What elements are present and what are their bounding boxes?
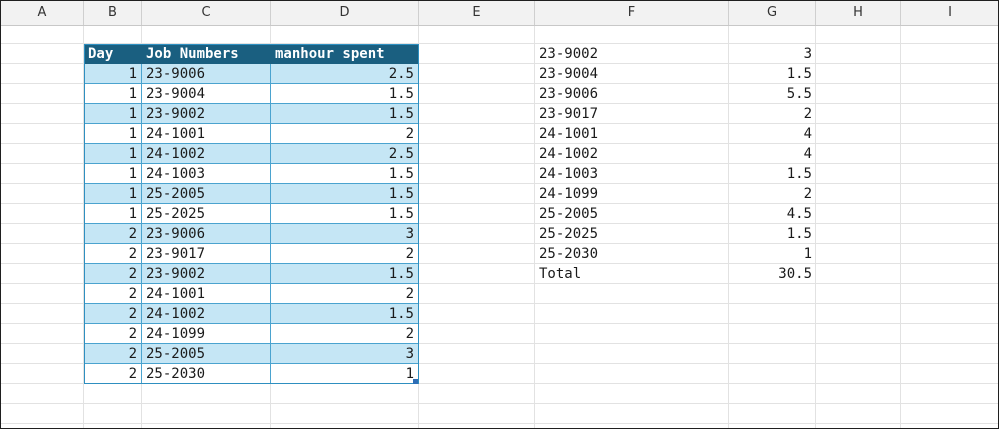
summary-hours-cell[interactable]: 1 xyxy=(729,244,816,264)
table-cell[interactable]: 2 xyxy=(84,344,142,364)
summary-job-cell[interactable]: 25-2025 xyxy=(535,224,729,244)
table-cell[interactable]: 1 xyxy=(84,144,142,164)
table-cell[interactable]: 2 xyxy=(84,224,142,244)
table-cell[interactable]: 2 xyxy=(84,364,142,384)
table-cell[interactable]: 1 xyxy=(84,104,142,124)
table-cell[interactable]: 3 xyxy=(271,224,419,244)
gridline-vertical xyxy=(900,26,901,428)
table-cell[interactable]: 2.5 xyxy=(271,64,419,84)
summary-hours-cell[interactable]: 5.5 xyxy=(729,84,816,104)
summary-hours-cell[interactable]: 30.5 xyxy=(729,264,816,284)
table-cell[interactable]: 1 xyxy=(84,64,142,84)
table-cell[interactable]: 1.5 xyxy=(271,204,419,224)
column-header-h[interactable]: H xyxy=(816,1,901,25)
column-header-b[interactable]: B xyxy=(84,1,142,25)
table-cell[interactable]: 25-2005 xyxy=(142,344,271,364)
table-cell[interactable]: 1 xyxy=(271,364,419,384)
table-cell[interactable]: 23-9002 xyxy=(142,104,271,124)
table-cell[interactable]: 24-1099 xyxy=(142,324,271,344)
column-header-g[interactable]: G xyxy=(729,1,816,25)
summary-job-cell[interactable]: 23-9017 xyxy=(535,104,729,124)
table-cell[interactable]: 1.5 xyxy=(271,304,419,324)
column-header-a[interactable]: A xyxy=(1,1,84,25)
table-cell[interactable]: 3 xyxy=(271,344,419,364)
table-header-cell[interactable]: Day xyxy=(84,44,142,64)
table-cell[interactable]: 25-2025 xyxy=(142,204,271,224)
table-cell[interactable]: 23-9017 xyxy=(142,244,271,264)
table-cell[interactable]: 2 xyxy=(84,284,142,304)
column-header-f[interactable]: F xyxy=(535,1,729,25)
cell-grid: Day Job Numbers manhour spent 1 23-9006 2.5 1 2… xyxy=(1,26,998,428)
summary-job-cell[interactable]: 23-9002 xyxy=(535,44,729,64)
summary-hours-cell[interactable]: 4 xyxy=(729,144,816,164)
table-cell[interactable]: 1.5 xyxy=(271,184,419,204)
table-cell[interactable]: 1 xyxy=(84,124,142,144)
summary-job-cell[interactable]: 24-1001 xyxy=(535,124,729,144)
table-cell[interactable]: 23-9004 xyxy=(142,84,271,104)
table-cell[interactable]: 24-1002 xyxy=(142,144,271,164)
table-cell[interactable]: 2 xyxy=(271,124,419,144)
table-cell[interactable]: 24-1003 xyxy=(142,164,271,184)
column-header-e[interactable]: E xyxy=(419,1,535,25)
table-cell[interactable]: 1 xyxy=(84,204,142,224)
table-cell[interactable]: 23-9002 xyxy=(142,264,271,284)
column-header-i[interactable]: I xyxy=(901,1,998,25)
table-cell[interactable]: 1 xyxy=(84,84,142,104)
summary-hours-cell[interactable]: 2 xyxy=(729,184,816,204)
table-resize-handle[interactable] xyxy=(413,379,418,384)
gridline-horizontal xyxy=(1,423,998,424)
table-cell[interactable]: 1.5 xyxy=(271,84,419,104)
summary-hours-cell[interactable]: 1.5 xyxy=(729,64,816,84)
table-cell[interactable]: 24-1001 xyxy=(142,284,271,304)
summary-job-cell[interactable]: 23-9004 xyxy=(535,64,729,84)
table-cell[interactable]: 24-1001 xyxy=(142,124,271,144)
summary-hours-cell[interactable]: 1.5 xyxy=(729,224,816,244)
table-cell[interactable]: 2 xyxy=(271,324,419,344)
table-cell[interactable]: 2.5 xyxy=(271,144,419,164)
column-header-bar: ABCDEFGHI xyxy=(1,1,998,26)
table-cell[interactable]: 25-2030 xyxy=(142,364,271,384)
table-cell[interactable]: 25-2005 xyxy=(142,184,271,204)
summary-job-cell[interactable]: 24-1099 xyxy=(535,184,729,204)
column-header-d[interactable]: D xyxy=(271,1,419,25)
table-header-cell[interactable]: manhour spent xyxy=(271,44,419,64)
summary-hours-cell[interactable]: 2 xyxy=(729,104,816,124)
table-cell[interactable]: 1 xyxy=(84,164,142,184)
table-cell[interactable]: 24-1002 xyxy=(142,304,271,324)
summary-job-cell[interactable]: 25-2005 xyxy=(535,204,729,224)
summary-job-cell[interactable]: Total xyxy=(535,264,729,284)
table-cell[interactable]: 2 xyxy=(84,304,142,324)
summary-job-cell[interactable]: 24-1002 xyxy=(535,144,729,164)
table-cell[interactable]: 1.5 xyxy=(271,164,419,184)
table-cell[interactable]: 23-9006 xyxy=(142,64,271,84)
summary-job-cell[interactable]: 25-2030 xyxy=(535,244,729,264)
table-cell[interactable]: 1 xyxy=(84,184,142,204)
column-header-c[interactable]: C xyxy=(142,1,271,25)
table-cell[interactable]: 2 xyxy=(84,264,142,284)
gridline-horizontal xyxy=(1,403,998,404)
summary-job-cell[interactable]: 24-1003 xyxy=(535,164,729,184)
summary-job-cell[interactable]: 23-9006 xyxy=(535,84,729,104)
table-cell[interactable]: 1.5 xyxy=(271,104,419,124)
table-header-cell[interactable]: Job Numbers xyxy=(142,44,271,64)
summary-hours-cell[interactable]: 1.5 xyxy=(729,164,816,184)
table-cell[interactable]: 1.5 xyxy=(271,264,419,284)
table-cell[interactable]: 2 xyxy=(271,284,419,304)
spreadsheet-window: ABCDEFGHI Day Job Numbers manhour spent 1 23… xyxy=(0,0,999,429)
summary-hours-cell[interactable]: 3 xyxy=(729,44,816,64)
table-cell[interactable]: 2 xyxy=(84,244,142,264)
summary-hours-cell[interactable]: 4.5 xyxy=(729,204,816,224)
summary-hours-cell[interactable]: 4 xyxy=(729,124,816,144)
table-cell[interactable]: 23-9006 xyxy=(142,224,271,244)
table-cell[interactable]: 2 xyxy=(271,244,419,264)
table-cell[interactable]: 2 xyxy=(84,324,142,344)
